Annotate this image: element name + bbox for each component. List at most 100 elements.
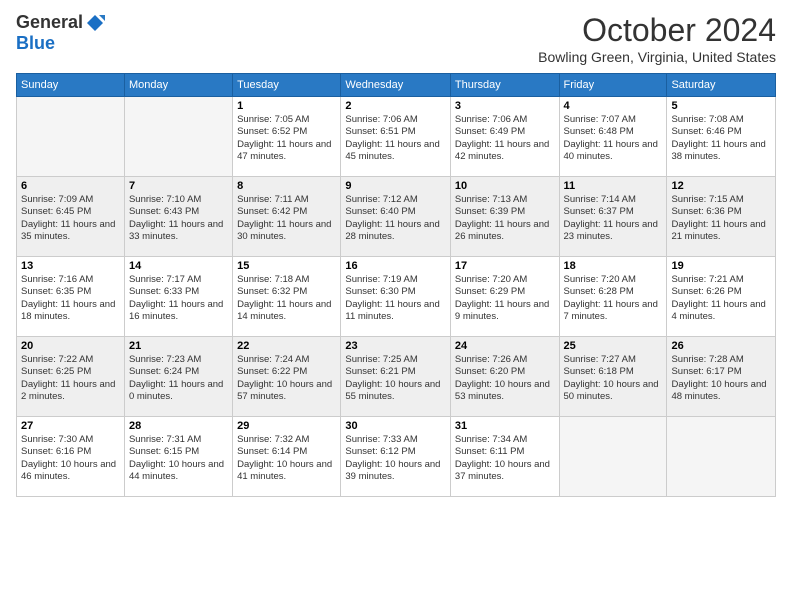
day-info: Sunrise: 7:09 AM Sunset: 6:45 PM Dayligh… (21, 194, 120, 243)
day-info: Sunrise: 7:32 AM Sunset: 6:14 PM Dayligh… (237, 434, 336, 483)
day-info: Sunrise: 7:23 AM Sunset: 6:24 PM Dayligh… (129, 354, 228, 403)
logo-icon (85, 13, 105, 33)
calendar-cell: 25 Sunrise: 7:27 AM Sunset: 6:18 PM Dayli… (559, 337, 667, 417)
day-number: 3 (455, 100, 555, 112)
day-number: 20 (21, 340, 120, 352)
calendar-cell (667, 417, 776, 497)
calendar-cell (124, 97, 232, 177)
calendar-cell: 3 Sunrise: 7:06 AM Sunset: 6:49 PM Daylig… (450, 97, 559, 177)
day-number: 15 (237, 260, 336, 272)
day-number: 4 (564, 100, 663, 112)
day-info: Sunrise: 7:18 AM Sunset: 6:32 PM Dayligh… (237, 274, 336, 323)
calendar-week-row: 27 Sunrise: 7:30 AM Sunset: 6:16 PM Dayli… (17, 417, 776, 497)
day-number: 11 (564, 180, 663, 192)
day-number: 25 (564, 340, 663, 352)
calendar-cell: 18Sunrise: 7:20 AM Sunset: 6:28 PM Dayli… (559, 257, 667, 337)
calendar-cell (559, 417, 667, 497)
day-info: Sunrise: 7:26 AM Sunset: 6:20 PM Dayligh… (455, 354, 555, 403)
calendar-cell: 16 Sunrise: 7:19 AM Sunset: 6:30 PM Dayli… (341, 257, 451, 337)
location: Bowling Green, Virginia, United States (538, 49, 776, 65)
header: General Blue October 2024 Bowling Green,… (16, 12, 776, 65)
day-info: Sunrise: 7:15 AM Sunset: 6:36 PM Dayligh… (671, 194, 771, 243)
day-number: 30 (345, 420, 446, 432)
day-info: Sunrise: 7:20 AM Sunset: 6:29 PM Dayligh… (455, 274, 555, 323)
calendar-cell: 20Sunrise: 7:22 AM Sunset: 6:25 PM Dayli… (17, 337, 125, 417)
calendar-cell: 8 Sunrise: 7:11 AM Sunset: 6:42 PM Daylig… (233, 177, 341, 257)
day-info: Sunrise: 7:21 AM Sunset: 6:26 PM Dayligh… (671, 274, 771, 323)
calendar-cell (17, 97, 125, 177)
day-info: Sunrise: 7:30 AM Sunset: 6:16 PM Dayligh… (21, 434, 120, 483)
day-info: Sunrise: 7:34 AM Sunset: 6:11 PM Dayligh… (455, 434, 555, 483)
day-number: 6 (21, 180, 120, 192)
day-info: Sunrise: 7:24 AM Sunset: 6:22 PM Dayligh… (237, 354, 336, 403)
calendar-cell: 11 Sunrise: 7:14 AM Sunset: 6:37 PM Dayli… (559, 177, 667, 257)
day-number: 26 (671, 340, 771, 352)
day-info: Sunrise: 7:19 AM Sunset: 6:30 PM Dayligh… (345, 274, 446, 323)
col-wednesday: Wednesday (341, 74, 451, 97)
day-info: Sunrise: 7:05 AM Sunset: 6:52 PM Dayligh… (237, 114, 336, 163)
day-info: Sunrise: 7:07 AM Sunset: 6:48 PM Dayligh… (564, 114, 663, 163)
logo-blue-text: Blue (16, 33, 55, 54)
day-number: 13 (21, 260, 120, 272)
day-info: Sunrise: 7:06 AM Sunset: 6:49 PM Dayligh… (455, 114, 555, 163)
calendar-cell: 26Sunrise: 7:28 AM Sunset: 6:17 PM Dayli… (667, 337, 776, 417)
day-number: 28 (129, 420, 228, 432)
day-info: Sunrise: 7:27 AM Sunset: 6:18 PM Dayligh… (564, 354, 663, 403)
day-number: 24 (455, 340, 555, 352)
day-info: Sunrise: 7:25 AM Sunset: 6:21 PM Dayligh… (345, 354, 446, 403)
day-info: Sunrise: 7:06 AM Sunset: 6:51 PM Dayligh… (345, 114, 446, 163)
day-number: 19 (671, 260, 771, 272)
calendar-cell: 24 Sunrise: 7:26 AM Sunset: 6:20 PM Dayli… (450, 337, 559, 417)
calendar-week-row: 20Sunrise: 7:22 AM Sunset: 6:25 PM Dayli… (17, 337, 776, 417)
calendar-cell: 22 Sunrise: 7:24 AM Sunset: 6:22 PM Dayli… (233, 337, 341, 417)
calendar-table: Sunday Monday Tuesday Wednesday Thursday… (16, 73, 776, 497)
day-info: Sunrise: 7:17 AM Sunset: 6:33 PM Dayligh… (129, 274, 228, 323)
day-number: 9 (345, 180, 446, 192)
day-info: Sunrise: 7:33 AM Sunset: 6:12 PM Dayligh… (345, 434, 446, 483)
calendar-cell: 12 Sunrise: 7:15 AM Sunset: 6:36 PM Dayli… (667, 177, 776, 257)
calendar-cell: 6 Sunrise: 7:09 AM Sunset: 6:45 PM Daylig… (17, 177, 125, 257)
calendar-cell: 9 Sunrise: 7:12 AM Sunset: 6:40 PM Daylig… (341, 177, 451, 257)
col-thursday: Thursday (450, 74, 559, 97)
day-number: 27 (21, 420, 120, 432)
day-number: 29 (237, 420, 336, 432)
day-info: Sunrise: 7:13 AM Sunset: 6:39 PM Dayligh… (455, 194, 555, 243)
day-info: Sunrise: 7:12 AM Sunset: 6:40 PM Dayligh… (345, 194, 446, 243)
day-info: Sunrise: 7:14 AM Sunset: 6:37 PM Dayligh… (564, 194, 663, 243)
day-info: Sunrise: 7:10 AM Sunset: 6:43 PM Dayligh… (129, 194, 228, 243)
calendar-cell: 19 Sunrise: 7:21 AM Sunset: 6:26 PM Dayli… (667, 257, 776, 337)
day-number: 8 (237, 180, 336, 192)
calendar-cell: 2 Sunrise: 7:06 AM Sunset: 6:51 PM Daylig… (341, 97, 451, 177)
day-info: Sunrise: 7:31 AM Sunset: 6:15 PM Dayligh… (129, 434, 228, 483)
day-number: 18 (564, 260, 663, 272)
calendar-week-row: 13 Sunrise: 7:16 AM Sunset: 6:35 PM Dayli… (17, 257, 776, 337)
day-number: 7 (129, 180, 228, 192)
logo: General Blue (16, 12, 105, 54)
day-number: 16 (345, 260, 446, 272)
page: General Blue October 2024 Bowling Green,… (0, 0, 792, 612)
month-title: October 2024 (538, 12, 776, 49)
calendar-cell: 7 Sunrise: 7:10 AM Sunset: 6:43 PM Daylig… (124, 177, 232, 257)
day-number: 12 (671, 180, 771, 192)
day-info: Sunrise: 7:08 AM Sunset: 6:46 PM Dayligh… (671, 114, 771, 163)
calendar-cell: 27 Sunrise: 7:30 AM Sunset: 6:16 PM Dayli… (17, 417, 125, 497)
title-section: October 2024 Bowling Green, Virginia, Un… (538, 12, 776, 65)
calendar-cell: 4 Sunrise: 7:07 AM Sunset: 6:48 PM Daylig… (559, 97, 667, 177)
day-number: 22 (237, 340, 336, 352)
calendar-cell: 1Sunrise: 7:05 AM Sunset: 6:52 PM Daylig… (233, 97, 341, 177)
calendar-cell: 28 Sunrise: 7:31 AM Sunset: 6:15 PM Dayli… (124, 417, 232, 497)
day-info: Sunrise: 7:16 AM Sunset: 6:35 PM Dayligh… (21, 274, 120, 323)
day-number: 14 (129, 260, 228, 272)
calendar-cell: 30 Sunrise: 7:33 AM Sunset: 6:12 PM Dayli… (341, 417, 451, 497)
day-number: 2 (345, 100, 446, 112)
day-number: 31 (455, 420, 555, 432)
calendar-header-row: Sunday Monday Tuesday Wednesday Thursday… (17, 74, 776, 97)
col-saturday: Saturday (667, 74, 776, 97)
day-number: 10 (455, 180, 555, 192)
col-tuesday: Tuesday (233, 74, 341, 97)
calendar-cell: 21 Sunrise: 7:23 AM Sunset: 6:24 PM Dayli… (124, 337, 232, 417)
calendar-cell: 31 Sunrise: 7:34 AM Sunset: 6:11 PM Dayli… (450, 417, 559, 497)
day-info: Sunrise: 7:11 AM Sunset: 6:42 PM Dayligh… (237, 194, 336, 243)
calendar-week-row: 6 Sunrise: 7:09 AM Sunset: 6:45 PM Daylig… (17, 177, 776, 257)
day-number: 21 (129, 340, 228, 352)
